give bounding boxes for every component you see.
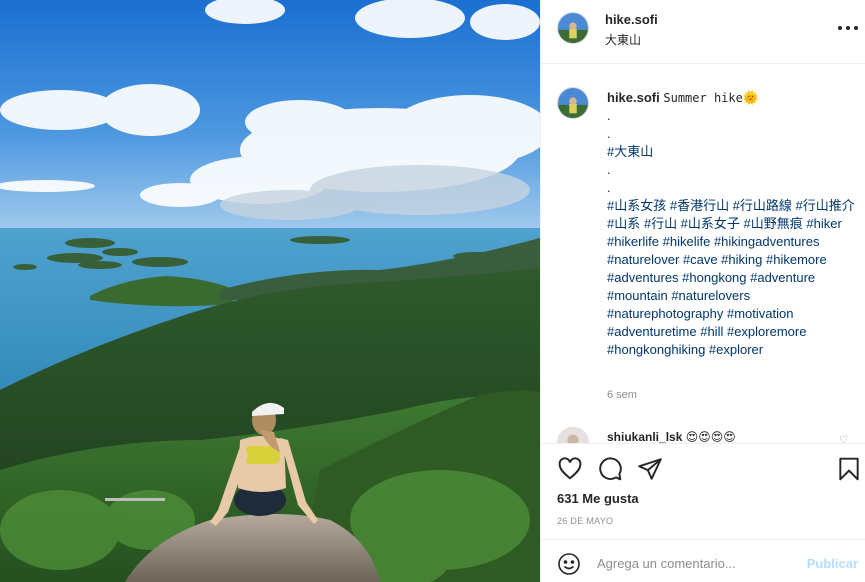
add-comment-bar: Publicar bbox=[541, 539, 865, 582]
post-time-ago[interactable]: 6 sem bbox=[607, 389, 637, 401]
caption-text: Summer hike bbox=[663, 91, 743, 105]
post-side-panel: hike.sofi 大東山 hike.sofi Summer hike🌞 . .… bbox=[540, 0, 865, 582]
dot bbox=[846, 26, 850, 30]
share-icon[interactable] bbox=[637, 456, 663, 482]
comment-text: shiukanli_lsk 😍😍😍😍 bbox=[607, 430, 736, 443]
avatar[interactable] bbox=[557, 427, 589, 443]
hashtag-link[interactable]: #大東山 bbox=[607, 143, 855, 161]
username[interactable]: hike.sofi bbox=[605, 12, 658, 27]
comment-emojis: 😍😍😍😍 bbox=[685, 430, 736, 443]
comment-input[interactable] bbox=[597, 552, 797, 574]
comment-like-icon[interactable]: ♡ bbox=[839, 435, 848, 443]
post-date[interactable]: 26 DE MAYO bbox=[557, 516, 613, 526]
comment-icon[interactable] bbox=[597, 456, 623, 482]
dot bbox=[838, 26, 842, 30]
sun-emoji: 🌞 bbox=[742, 90, 760, 105]
likes-count[interactable]: 631 Me gusta bbox=[557, 491, 639, 506]
caption-username[interactable]: hike.sofi bbox=[607, 90, 660, 105]
caption-dot: . bbox=[607, 108, 611, 123]
post-photo[interactable] bbox=[0, 0, 540, 582]
caption-dot: . bbox=[607, 162, 611, 177]
location-link[interactable]: 大東山 bbox=[605, 31, 641, 48]
caption-dot: . bbox=[607, 126, 611, 141]
emoji-icon[interactable] bbox=[557, 552, 581, 576]
caption-dot: . bbox=[607, 180, 611, 195]
avatar[interactable] bbox=[557, 12, 589, 44]
bookmark-icon[interactable] bbox=[836, 456, 862, 482]
comments-section: hike.sofi Summer hike🌞 . . #大東山 . . #山系女… bbox=[541, 65, 865, 443]
more-options-icon[interactable] bbox=[838, 22, 858, 34]
dot bbox=[854, 26, 858, 30]
post-actions: 631 Me gusta 26 DE MAYO bbox=[541, 443, 865, 539]
heart-icon[interactable] bbox=[557, 456, 583, 482]
post-caption: hike.sofi Summer hike🌞 . . #大東山 . . #山系女… bbox=[607, 89, 855, 359]
hashtags-list[interactable]: #山系女孩 #香港行山 #行山路線 #行山推介 #山系 #行山 #山系女子 #山… bbox=[607, 197, 855, 359]
post-header: hike.sofi 大東山 bbox=[541, 0, 865, 64]
publish-button[interactable]: Publicar bbox=[807, 556, 858, 571]
avatar[interactable] bbox=[557, 87, 589, 119]
comment-username[interactable]: shiukanli_lsk bbox=[607, 430, 682, 443]
